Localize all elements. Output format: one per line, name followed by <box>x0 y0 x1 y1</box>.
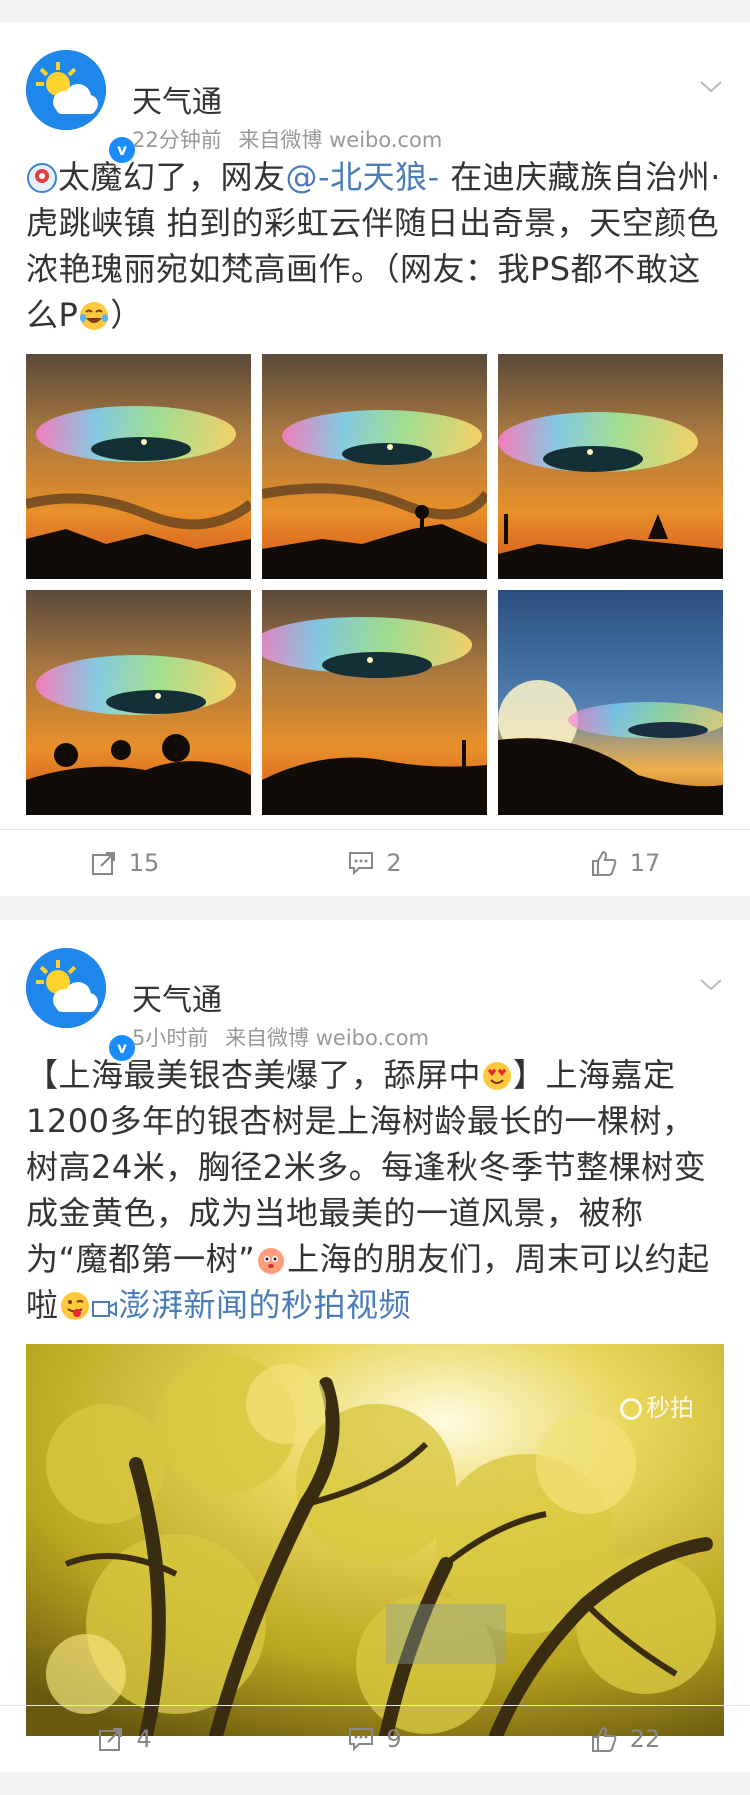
comment-count: 2 <box>386 849 402 877</box>
like-count: 17 <box>629 849 661 877</box>
author-name[interactable]: 天气通 <box>132 975 222 1019</box>
post-text-end: ） <box>110 296 143 334</box>
repost-icon <box>91 852 115 875</box>
photo-thumbnail[interactable] <box>26 590 251 815</box>
weather-bubble-icon <box>27 163 57 193</box>
post-text-prefix: 太魔幻了，网友 <box>58 158 286 196</box>
avatar[interactable]: v <box>26 50 138 166</box>
photo-thumbnail[interactable] <box>262 590 487 815</box>
post-separator <box>0 896 750 920</box>
tongue-out-emoji <box>60 1292 89 1320</box>
laugh-cry-emoji <box>80 302 109 330</box>
post-text: 【上海最美银杏美爆了，舔屏中 】上海嘉定1200多年的银杏树是上海树龄最长的一棵… <box>0 1038 750 1328</box>
doge-emoji <box>258 1248 285 1274</box>
photo-thumbnail[interactable] <box>26 354 251 579</box>
repost-button[interactable]: 4 <box>0 1706 250 1772</box>
comment-button[interactable]: 9 <box>250 1706 500 1772</box>
comment-icon <box>349 1728 374 1752</box>
like-button[interactable]: 22 <box>500 1706 750 1772</box>
image-grid <box>26 354 724 815</box>
post-time: 5小时前 <box>132 1026 209 1050</box>
post-meta: 5小时前 来自微博 weibo.com <box>132 1022 439 1052</box>
video-thumbnail[interactable]: 秒拍 <box>26 1344 724 1736</box>
repost-icon <box>99 1728 123 1751</box>
comment-icon <box>349 852 374 876</box>
watermark-logo-icon <box>620 1398 642 1420</box>
like-button[interactable]: 17 <box>500 830 750 896</box>
chevron-down-icon[interactable] <box>698 74 724 100</box>
comment-count: 9 <box>386 1725 402 1753</box>
heart-eyes-emoji <box>483 1062 512 1090</box>
post-header: v 天气通 5小时前 来自微博 weibo.com <box>0 920 750 1064</box>
like-icon <box>591 850 617 876</box>
like-icon <box>591 1726 617 1752</box>
top-spacer <box>0 0 750 22</box>
video-icon <box>91 1301 117 1317</box>
post-time: 22分钟前 <box>132 128 222 152</box>
watermark-text: 秒拍 <box>646 1394 694 1422</box>
post-text: 太魔幻了，网友@-北天狼- 在迪庆藏族自治州·虎跳峡镇 拍到的彩虹云伴随日出奇景… <box>0 140 750 338</box>
post-text-part-a: 【上海最美银杏美爆了，舔屏中 <box>26 1056 482 1094</box>
post-header: v 天气通 22分钟前 来自微博 weibo.com <box>0 22 750 166</box>
repost-button[interactable]: 15 <box>0 830 250 896</box>
video-link[interactable]: 澎湃新闻的秒拍视频 <box>91 1286 412 1324</box>
post-actions: 4 9 22 <box>0 1705 750 1772</box>
chevron-down-icon[interactable] <box>698 972 724 998</box>
post-source: 来自微博 weibo.com <box>238 128 443 152</box>
sun-cloud-avatar-icon <box>26 948 106 1028</box>
sun-cloud-avatar-icon <box>26 50 106 130</box>
weibo-post-2[interactable]: v 天气通 5小时前 来自微博 weibo.com 【上海最美银杏美爆了，舔屏中… <box>0 920 750 1772</box>
user-mention-link[interactable]: @-北天狼- <box>286 158 440 196</box>
avatar[interactable]: v <box>26 948 138 1064</box>
video-watermark: 秒拍 <box>620 1388 694 1423</box>
photo-thumbnail[interactable] <box>262 354 487 579</box>
photo-thumbnail[interactable] <box>498 354 723 579</box>
video-link-label[interactable]: 澎湃新闻的秒拍视频 <box>119 1286 412 1324</box>
repost-count: 4 <box>136 1725 152 1753</box>
post-actions: 15 2 17 <box>0 829 750 896</box>
weibo-post-1[interactable]: v 天气通 22分钟前 来自微博 weibo.com 太魔幻了，网友@-北天狼-… <box>0 22 750 896</box>
post-meta: 22分钟前 来自微博 weibo.com <box>132 124 452 154</box>
like-count: 22 <box>629 1725 661 1753</box>
comment-button[interactable]: 2 <box>250 830 500 896</box>
repost-count: 15 <box>128 849 160 877</box>
photo-thumbnail[interactable] <box>498 590 723 815</box>
post-source: 来自微博 weibo.com <box>225 1026 430 1050</box>
author-name[interactable]: 天气通 <box>132 77 222 121</box>
